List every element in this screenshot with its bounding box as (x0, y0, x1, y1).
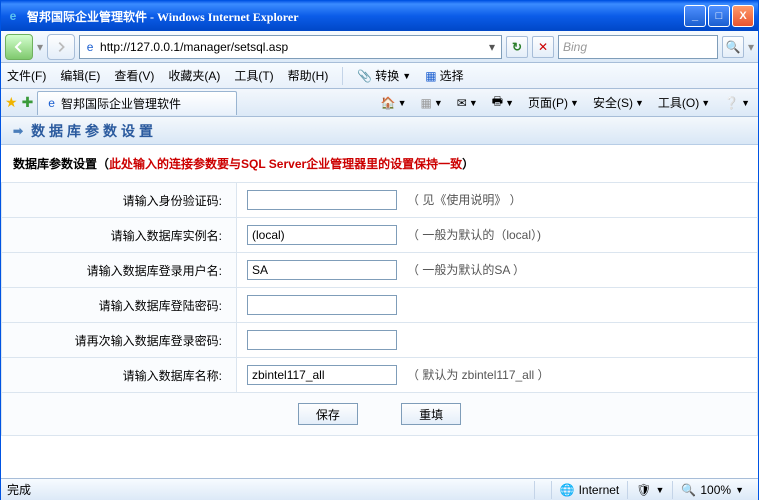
minimize-button[interactable]: _ (684, 5, 706, 27)
mail-icon: ✉ (457, 96, 467, 110)
tab-bar: ★ ✚ e 智邦国际企业管理软件 🏠▼ ▦▼ ✉▼ 🖶▼ 页面(P)▼ 安全(S… (1, 89, 758, 117)
zoom-level: 100% (700, 483, 731, 497)
tab-favicon: e (48, 96, 55, 110)
input-password-confirm[interactable] (247, 330, 397, 350)
shield-icon: 🛡 (636, 483, 651, 497)
menu-view[interactable]: 查看(V) (114, 67, 154, 84)
warning-line: 数据库参数设置（此处输入的连接参数要与SQL Server企业管理器里的设置保持… (1, 145, 758, 182)
menu-separator (342, 67, 343, 85)
input-dbname[interactable] (247, 365, 397, 385)
feeds-button[interactable]: ▦▼ (417, 94, 447, 112)
protected-mode-pane: 🛡 ▼ (627, 481, 672, 499)
mail-button[interactable]: ✉▼ (453, 94, 482, 112)
select-icon: ▦ (425, 69, 436, 83)
label-password: 请输入数据库登陆密码 (2, 288, 237, 323)
zoom-icon: 🔍 (681, 483, 696, 497)
refresh-button[interactable]: ↻ (506, 36, 528, 58)
chevron-down-icon: ▼ (402, 71, 411, 81)
convert-button[interactable]: 📎 转换 ▼ (357, 67, 411, 84)
input-instance[interactable] (247, 225, 397, 245)
back-dropdown-icon[interactable]: ▾ (37, 40, 43, 54)
add-favorite-icon[interactable]: ✚ (22, 94, 34, 111)
status-bar: 完成 🌐 Internet 🛡 ▼ 🔍 100% ▼ (1, 478, 758, 500)
zoom-pane[interactable]: 🔍 100% ▼ (672, 481, 752, 499)
menu-help[interactable]: 帮助(H) (288, 67, 329, 84)
hint-dbname: （ 默认为 zbintel117_all ） (407, 368, 550, 382)
hint-auth: （ 见《使用说明》 ） (407, 193, 522, 207)
section-title: 数据库参数设置 (31, 121, 157, 141)
safety-menu[interactable]: 安全(S)▼ (589, 92, 648, 113)
label-password-confirm: 请再次输入数据库登录密码 (2, 323, 237, 358)
settings-form: 请输入身份验证码 （ 见《使用说明》 ） 请输入数据库实例名 （ 一般为默认的（… (1, 182, 758, 436)
search-placeholder: Bing (563, 40, 587, 54)
status-pane-empty1 (534, 481, 551, 499)
home-button[interactable]: 🏠▼ (377, 94, 411, 112)
select-button[interactable]: ▦ 选择 (425, 67, 463, 84)
status-zone: 🌐 Internet (551, 481, 628, 499)
maximize-button[interactable]: □ (708, 5, 730, 27)
save-button[interactable]: 保存 (298, 403, 358, 425)
window-titlebar: e 智邦国际企业管理软件 - Windows Internet Explorer… (1, 1, 758, 31)
help-icon-button[interactable]: ❔▼ (720, 94, 754, 112)
hint-instance: （ 一般为默认的（local）) (407, 228, 541, 242)
search-dropdown-icon[interactable]: ▾ (748, 40, 754, 54)
browser-tab[interactable]: e 智邦国际企业管理软件 (37, 91, 237, 115)
print-button[interactable]: 🖶▼ (488, 90, 518, 115)
menu-bar: 文件(F) 编辑(E) 查看(V) 收藏夹(A) 工具(T) 帮助(H) 📎 转… (1, 63, 758, 89)
tab-label: 智邦国际企业管理软件 (61, 95, 181, 112)
menu-edit[interactable]: 编辑(E) (60, 67, 100, 84)
label-user: 请输入数据库登录用户名 (2, 253, 237, 288)
label-auth: 请输入身份验证码 (2, 183, 237, 218)
url-dropdown-icon[interactable]: ▾ (483, 40, 501, 54)
nav-toolbar: ▾ e ▾ ↻ ✕ Bing 🔍 ▾ (1, 31, 758, 63)
help-icon: ❔ (724, 96, 739, 110)
home-icon: 🏠 (381, 96, 396, 110)
reset-button[interactable]: 重填 (401, 403, 461, 425)
print-icon: 🖶 (492, 92, 503, 113)
convert-icon: 📎 (357, 69, 372, 83)
input-password[interactable] (247, 295, 397, 315)
menu-tools[interactable]: 工具(T) (234, 67, 273, 84)
page-content: ➡ 数据库参数设置 数据库参数设置（此处输入的连接参数要与SQL Server企… (1, 117, 758, 477)
search-button[interactable]: 🔍 (722, 36, 744, 58)
ie-icon: e (5, 8, 21, 24)
back-button[interactable] (5, 34, 33, 60)
page-menu[interactable]: 页面(P)▼ (524, 92, 583, 113)
close-button[interactable]: X (732, 5, 754, 27)
warning-text: 此处输入的连接参数要与SQL Server企业管理器里的设置保持一致 (109, 157, 462, 171)
input-auth[interactable] (247, 190, 397, 210)
page-icon: e (80, 40, 100, 54)
url-input[interactable] (100, 37, 483, 57)
hint-user: （ 一般为默认的SA ） (407, 263, 525, 277)
stop-button[interactable]: ✕ (532, 36, 554, 58)
forward-button (47, 34, 75, 60)
search-box[interactable]: Bing (558, 35, 718, 59)
rss-icon: ▦ (421, 96, 432, 110)
globe-icon: 🌐 (560, 483, 575, 497)
tools-menu[interactable]: 工具(O)▼ (654, 92, 714, 113)
input-user[interactable] (247, 260, 397, 280)
status-text: 完成 (7, 481, 31, 498)
address-bar[interactable]: e ▾ (79, 35, 502, 59)
label-dbname: 请输入数据库名称 (2, 358, 237, 393)
menu-favorites[interactable]: 收藏夹(A) (168, 67, 220, 84)
section-header: ➡ 数据库参数设置 (1, 117, 758, 145)
window-title: 智邦国际企业管理软件 - Windows Internet Explorer (27, 8, 684, 25)
label-instance: 请输入数据库实例名 (2, 218, 237, 253)
menu-file[interactable]: 文件(F) (7, 67, 46, 84)
section-arrow-icon: ➡ (13, 124, 23, 138)
favorites-star-icon[interactable]: ★ (5, 94, 18, 111)
